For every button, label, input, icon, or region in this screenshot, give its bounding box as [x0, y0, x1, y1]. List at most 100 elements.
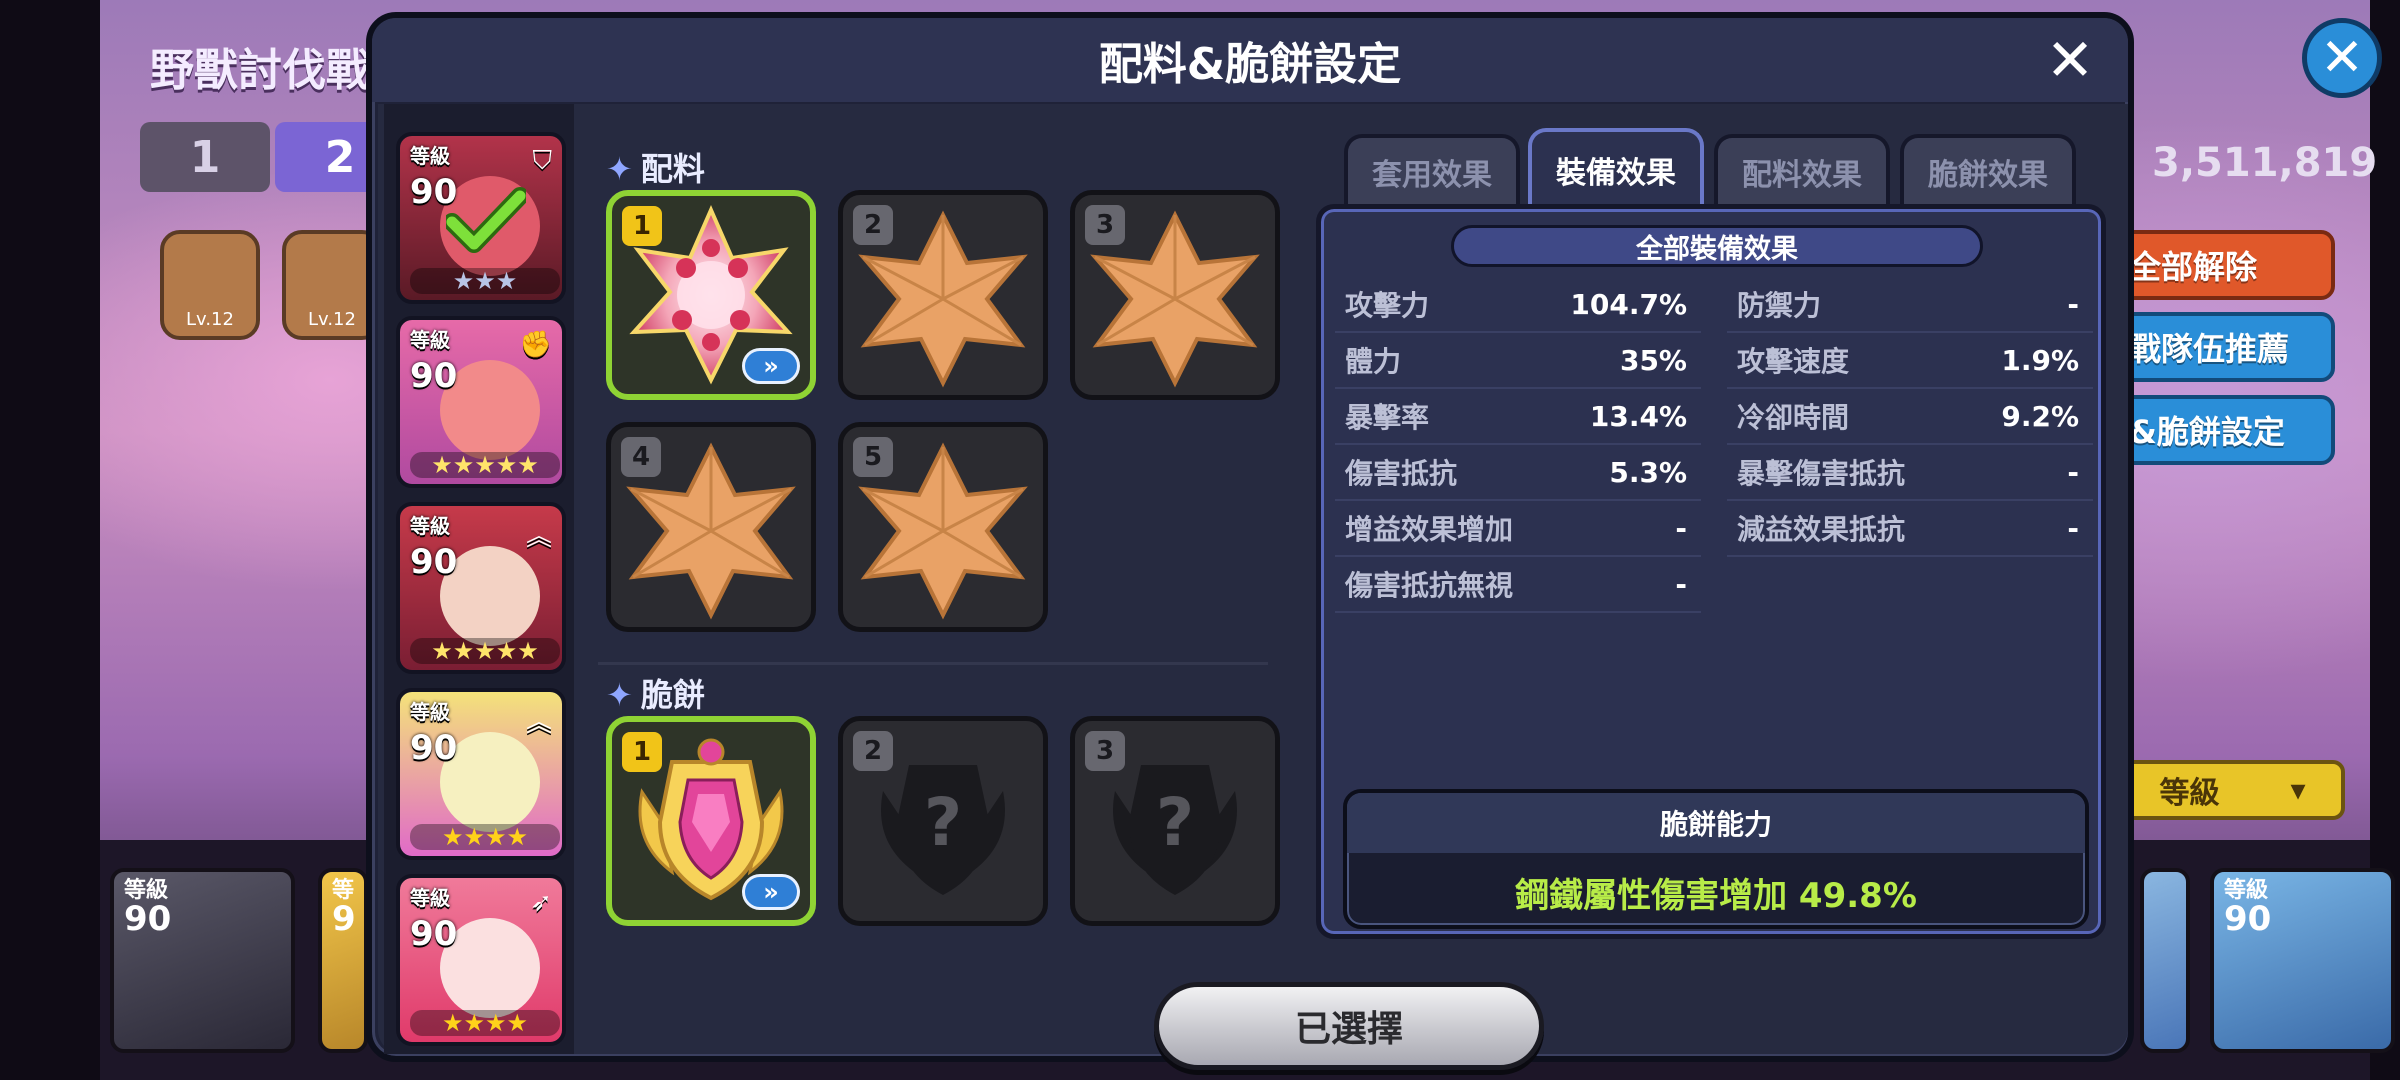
hex-level-label: Lv.12 — [308, 309, 356, 330]
stat-value: - — [1675, 511, 1687, 545]
background-page-title: 野獸討伐戰 — [150, 45, 370, 96]
modal-body: 等級 90 ⛉ ★★★ 等級 90 ✊ ★★★★★ 等級 90 ︽ ★★★★★ … — [378, 104, 2128, 1070]
biscuit-ability-title: 脆餅能力 — [1347, 793, 2085, 853]
stat-value: 35% — [1619, 343, 1687, 377]
cookie-level-label: 等級 — [410, 514, 450, 538]
cookie-list: 等級 90 ⛉ ★★★ 等級 90 ✊ ★★★★★ 等級 90 ︽ ★★★★★ … — [384, 104, 574, 1054]
close-icon[interactable]: ✕ — [2042, 26, 2098, 94]
bottom-card-level: 90 — [2224, 899, 2272, 939]
stat-name: 增益效果增加 — [1345, 513, 1514, 546]
background-score: 3,511,819 — [2152, 140, 2378, 186]
biscuit-slot-1[interactable]: 1 » — [606, 716, 816, 926]
cookie-card-1[interactable]: 等級 90 ⛉ ★★★ — [396, 132, 566, 304]
stat-row: 防禦力 - — [1727, 277, 2093, 333]
bottom-cookie-card[interactable] — [2140, 868, 2190, 1053]
stat-value: 13.4% — [1589, 399, 1687, 433]
cookie-level: 90 — [410, 542, 458, 582]
slot-number-badge: 2 — [853, 205, 893, 245]
stat-name: 攻擊力 — [1345, 289, 1430, 322]
biscuit-slot-3[interactable]: ? 3 — [1070, 716, 1280, 926]
cookie-level-label: 等級 — [410, 700, 450, 724]
chevron-up-icon: ︽ — [525, 708, 552, 738]
stat-value: 1.9% — [2001, 343, 2079, 377]
stat-value: 104.7% — [1570, 287, 1687, 321]
biscuits-title-text: 脆餅 — [640, 676, 705, 714]
topping-slot-3[interactable]: 3 — [1070, 190, 1280, 400]
fist-icon: ✊ — [519, 330, 552, 360]
effects-header: 全部裝備效果 — [1451, 225, 1983, 267]
stat-row: 傷害抵抗無視 - — [1335, 557, 1701, 613]
biscuits-section-title: ✦ 脆餅 — [606, 670, 705, 716]
cookie-stars: ★★★ — [410, 268, 560, 294]
cookie-level-label: 等級 — [410, 886, 450, 910]
stat-row: 冷卻時間 9.2% — [1727, 389, 2093, 445]
topping-slot-2[interactable]: 2 — [838, 190, 1048, 400]
cookie-level: 90 — [410, 728, 458, 768]
sparkle-icon: ✦ — [606, 676, 633, 714]
topping-setup-button[interactable]: &脆餅設定 — [2105, 395, 2335, 465]
screen-edge-left — [0, 0, 100, 1080]
effects-panel: 全部裝備效果 攻擊力 104.7% 體力 35% 暴擊率 13.4% 傷害抵抗 … — [1316, 204, 2106, 939]
cookie-card-2[interactable]: 等級 90 ✊ ★★★★★ — [396, 316, 566, 488]
cookie-card-4[interactable]: 等級 90 ︽ ★★★★ — [396, 688, 566, 860]
stat-value: - — [2067, 455, 2079, 489]
topping-slot-5[interactable]: 5 — [838, 422, 1048, 632]
cookie-card-3[interactable]: 等級 90 ︽ ★★★★★ — [396, 502, 566, 674]
stat-name: 冷卻時間 — [1737, 401, 1850, 434]
slot-number-badge: 5 — [853, 437, 893, 477]
sort-dropdown[interactable]: 等級 ▾ — [2120, 760, 2345, 820]
cookie-stars: ★★★★ — [410, 1010, 560, 1036]
question-mark: ? — [1156, 784, 1194, 861]
toppings-section-title: ✦ 配料 — [606, 144, 705, 190]
cookie-stars: ★★★★★ — [410, 638, 560, 664]
cookie-level: 90 — [410, 356, 458, 396]
stat-name: 防禦力 — [1737, 289, 1822, 322]
stat-value: 9.2% — [2001, 399, 2079, 433]
cookie-stars: ★★★★ — [410, 824, 560, 850]
section-divider — [598, 662, 1268, 665]
topping-slot-4[interactable]: 4 — [606, 422, 816, 632]
stat-row: 暴擊率 13.4% — [1335, 389, 1701, 445]
bottom-cookie-card[interactable]: 等9 — [318, 868, 368, 1053]
biscuit-slot-2[interactable]: ? 2 — [838, 716, 1048, 926]
release-all-button[interactable]: 全部解除 — [2105, 230, 2335, 300]
topping-slot-1[interactable]: 1 » — [606, 190, 816, 400]
bottom-cookie-card[interactable]: 等級 90 — [2210, 868, 2395, 1053]
check-icon — [446, 187, 526, 253]
background-tab-1[interactable]: 1 — [140, 122, 270, 192]
cookie-level-label: 等級 — [410, 144, 450, 168]
stat-row: 體力 35% — [1335, 333, 1701, 389]
shield-icon: ⛉ — [532, 146, 552, 176]
stat-row: 減益效果抵抗 - — [1727, 501, 2093, 557]
upgrade-icon[interactable]: » — [742, 874, 800, 910]
stat-name: 減益效果抵抗 — [1737, 513, 1906, 546]
upgrade-icon[interactable]: » — [742, 348, 800, 384]
cookie-level-label: 等級 — [410, 328, 450, 352]
tab-biscuit-effects[interactable]: 脆餅效果 — [1900, 134, 2076, 206]
tab-topping-effects[interactable]: 配料效果 — [1714, 134, 1890, 206]
selected-button[interactable]: 已選擇 — [1154, 982, 1544, 1070]
chevron-up-icon: ︽ — [525, 522, 552, 552]
chevron-down-icon: ▾ — [2290, 772, 2306, 808]
tab-equipment-effects[interactable]: 裝備效果 — [1528, 128, 1704, 208]
team-recommend-button[interactable]: 戰隊伍推薦 — [2105, 312, 2335, 382]
arrow-icon: ➶ — [530, 888, 552, 918]
stat-name: 傷害抵抗 — [1345, 457, 1458, 490]
background-close-icon[interactable]: ✕ — [2302, 18, 2382, 98]
biscuit-ability-value: 鋼鐵屬性傷害增加 49.8% — [1515, 875, 1917, 916]
cookie-card-5[interactable]: 等級 90 ➶ ★★★★ — [396, 874, 566, 1046]
tab-applied-effects[interactable]: 套用效果 — [1344, 134, 1520, 206]
stat-row: 攻擊速度 1.9% — [1727, 333, 2093, 389]
cookie-level: 90 — [410, 914, 458, 954]
stat-value: - — [2067, 287, 2079, 321]
stat-value: - — [2067, 511, 2079, 545]
bottom-cookie-card[interactable]: 等級 90 — [110, 868, 295, 1053]
stat-name: 暴擊率 — [1345, 401, 1430, 434]
toppings-title-text: 配料 — [640, 150, 705, 188]
slot-number-badge: 3 — [1085, 205, 1125, 245]
cookie-stars: ★★★★★ — [410, 452, 560, 478]
trident-icon[interactable]: Lv.12 — [160, 230, 260, 340]
slot-number-badge: 2 — [853, 731, 893, 771]
slot-number-badge: 1 — [622, 732, 662, 772]
slot-number-badge: 1 — [622, 206, 662, 246]
